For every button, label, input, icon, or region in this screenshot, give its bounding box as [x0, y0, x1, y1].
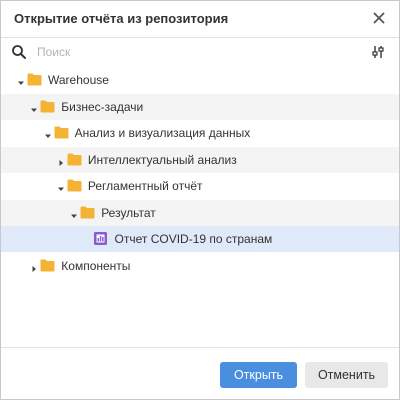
- caret-right-icon[interactable]: [29, 261, 39, 272]
- folder-icon: [67, 179, 82, 192]
- tree-item-label: Анализ и визуализация данных: [74, 126, 251, 140]
- tree-item[interactable]: Бизнес-задачи: [1, 93, 399, 120]
- dialog-title: Открытие отчёта из репозитория: [14, 11, 229, 26]
- repository-tree: Warehouse Бизнес-задачи Анализ и визуализа…: [1, 67, 399, 347]
- caret-down-icon[interactable]: [43, 128, 53, 138]
- caret-down-icon[interactable]: [69, 208, 79, 218]
- folder-icon: [80, 206, 95, 219]
- folder-icon: [27, 73, 42, 86]
- report-icon: [93, 232, 107, 245]
- tree-item[interactable]: Интеллектуальный анализ: [1, 146, 399, 173]
- tree-item[interactable]: Регламентный отчёт: [1, 173, 399, 199]
- tree-item-label: Warehouse: [48, 73, 109, 87]
- dialog-footer: Открыть Отменить: [1, 347, 399, 400]
- tree-item-label: Отчет COVID-19 по странам: [114, 232, 273, 246]
- tree-item[interactable]: Отчет COVID-19 по странам: [1, 226, 399, 252]
- close-icon[interactable]: [369, 8, 389, 28]
- cancel-button[interactable]: Отменить: [305, 362, 388, 388]
- search-bar: [1, 38, 399, 68]
- tree-item[interactable]: Warehouse: [1, 67, 399, 93]
- tree-item[interactable]: Результат: [1, 199, 399, 226]
- search-input[interactable]: [37, 43, 357, 61]
- tree-item-label: Регламентный отчёт: [87, 179, 203, 193]
- caret-down-icon[interactable]: [16, 75, 26, 85]
- dialog-header: Открытие отчёта из репозитория: [1, 1, 399, 38]
- tree-item-label: Результат: [101, 205, 156, 220]
- tree-item[interactable]: Компоненты: [1, 253, 399, 279]
- tree-item-label: Интеллектуальный анализ: [87, 152, 237, 167]
- caret-down-icon[interactable]: [56, 181, 66, 191]
- open-button[interactable]: Открыть: [220, 362, 297, 388]
- folder-icon: [54, 126, 69, 139]
- folder-icon: [40, 100, 55, 113]
- folder-icon: [40, 259, 55, 272]
- caret-right-icon[interactable]: [56, 155, 66, 166]
- tree-item-label: Компоненты: [61, 258, 131, 273]
- tree-item[interactable]: Анализ и визуализация данных: [1, 120, 399, 146]
- caret-down-icon[interactable]: [29, 102, 39, 112]
- tree-item-label: Бизнес-задачи: [61, 99, 144, 114]
- folder-icon: [67, 153, 82, 166]
- open-report-dialog: Открытие отчёта из репозитория Warehouse…: [0, 0, 400, 400]
- search-icon: [11, 44, 27, 60]
- filter-sliders-icon[interactable]: [370, 44, 386, 60]
